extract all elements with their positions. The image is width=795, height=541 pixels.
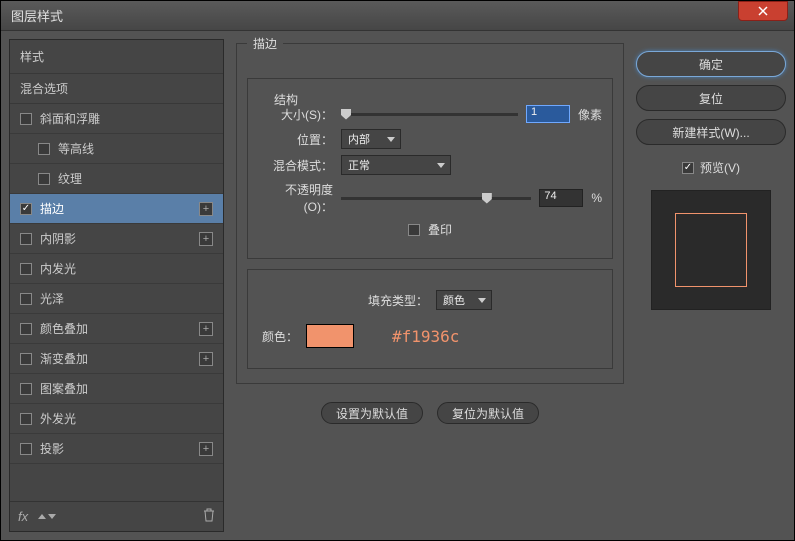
reset-default-button[interactable]: 复位为默认值 — [437, 402, 539, 424]
style-checkbox[interactable] — [20, 443, 32, 455]
style-label: 内阴影 — [40, 230, 76, 247]
blend-mode-label: 混合模式： — [258, 157, 333, 174]
stroke-legend: 描边 — [247, 35, 283, 52]
style-checkbox[interactable] — [20, 323, 32, 335]
styles-footer: fx — [10, 501, 223, 531]
opacity-label: 不透明度(O)： — [258, 181, 333, 215]
action-panel: 确定 复位 新建样式(W)... 预览(V) — [636, 39, 786, 532]
settings-panel: 描边 结构 大小(S)： 1 像素 位置： 内部 混合模式： — [232, 39, 628, 532]
fx-icon[interactable]: fx — [18, 509, 28, 524]
opacity-slider[interactable] — [341, 197, 531, 200]
fill-type-dropdown[interactable]: 颜色 — [436, 290, 492, 310]
style-label: 斜面和浮雕 — [40, 110, 100, 127]
add-effect-icon[interactable]: + — [199, 202, 213, 216]
structure-legend: 结构 — [268, 91, 304, 108]
style-checkbox[interactable] — [20, 353, 32, 365]
opacity-unit: % — [591, 191, 602, 205]
style-item-2[interactable]: 纹理 — [10, 164, 223, 194]
style-item-11[interactable]: 投影 + — [10, 434, 223, 464]
fill-type-label: 填充类型： — [368, 292, 428, 309]
color-swatch[interactable] — [306, 324, 354, 348]
style-checkbox[interactable] — [20, 233, 32, 245]
style-label: 等高线 — [58, 140, 94, 157]
style-label: 内发光 — [40, 260, 76, 277]
position-label: 位置： — [258, 131, 333, 148]
move-down-icon[interactable] — [48, 514, 56, 519]
style-checkbox[interactable] — [20, 293, 32, 305]
close-button[interactable] — [738, 1, 788, 21]
size-input[interactable]: 1 — [526, 105, 570, 123]
structure-group: 结构 大小(S)： 1 像素 位置： 内部 混合模式： 正常 — [247, 78, 613, 259]
trash-icon[interactable] — [203, 508, 215, 525]
style-checkbox[interactable] — [20, 383, 32, 395]
new-style-button[interactable]: 新建样式(W)... — [636, 119, 786, 145]
style-item-9[interactable]: 图案叠加 — [10, 374, 223, 404]
style-checkbox[interactable] — [38, 173, 50, 185]
add-effect-icon[interactable]: + — [199, 322, 213, 336]
style-label: 光泽 — [40, 290, 64, 307]
preview-box — [651, 190, 771, 310]
title-bar: 图层样式 — [1, 1, 794, 31]
style-item-7[interactable]: 颜色叠加 + — [10, 314, 223, 344]
blend-mode-dropdown[interactable]: 正常 — [341, 155, 451, 175]
overprint-label: 叠印 — [428, 221, 452, 238]
style-item-5[interactable]: 内发光 — [10, 254, 223, 284]
style-label: 图案叠加 — [40, 380, 88, 397]
style-label: 渐变叠加 — [40, 350, 88, 367]
style-item-0[interactable]: 斜面和浮雕 — [10, 104, 223, 134]
style-label: 颜色叠加 — [40, 320, 88, 337]
size-unit: 像素 — [578, 106, 602, 123]
position-dropdown[interactable]: 内部 — [341, 129, 401, 149]
preview-checkbox[interactable] — [682, 162, 694, 174]
color-label: 颜色： — [258, 328, 298, 345]
window-title: 图层样式 — [1, 6, 63, 25]
cancel-button[interactable]: 复位 — [636, 85, 786, 111]
styles-header: 样式 — [10, 40, 223, 74]
style-label: 投影 — [40, 440, 64, 457]
move-up-icon[interactable] — [38, 514, 46, 519]
style-item-10[interactable]: 外发光 — [10, 404, 223, 434]
preview-label: 预览(V) — [700, 159, 740, 176]
make-default-button[interactable]: 设置为默认值 — [321, 402, 423, 424]
stroke-group: 描边 结构 大小(S)： 1 像素 位置： 内部 混合模式： — [236, 43, 624, 384]
style-checkbox[interactable] — [20, 203, 32, 215]
size-label: 大小(S)： — [258, 106, 333, 123]
style-label: 外发光 — [40, 410, 76, 427]
style-item-3[interactable]: 描边 + — [10, 194, 223, 224]
fill-group: 填充类型： 颜色 颜色： #f1936c — [247, 269, 613, 369]
size-slider[interactable] — [341, 113, 518, 116]
color-hex-note: #f1936c — [392, 327, 459, 346]
preview-shape — [675, 213, 747, 287]
blending-options[interactable]: 混合选项 — [10, 74, 223, 104]
add-effect-icon[interactable]: + — [199, 442, 213, 456]
opacity-input[interactable]: 74 — [539, 189, 583, 207]
style-item-4[interactable]: 内阴影 + — [10, 224, 223, 254]
style-item-6[interactable]: 光泽 — [10, 284, 223, 314]
style-checkbox[interactable] — [20, 263, 32, 275]
styles-panel: 样式 混合选项 斜面和浮雕等高线纹理描边 + 内阴影 + 内发光光泽颜色叠加 + 渐变叠加 +… — [9, 39, 224, 532]
style-checkbox[interactable] — [38, 143, 50, 155]
style-checkbox[interactable] — [20, 413, 32, 425]
style-label: 描边 — [40, 200, 64, 217]
style-checkbox[interactable] — [20, 113, 32, 125]
style-item-1[interactable]: 等高线 — [10, 134, 223, 164]
add-effect-icon[interactable]: + — [199, 352, 213, 366]
style-item-8[interactable]: 渐变叠加 + — [10, 344, 223, 374]
overprint-checkbox[interactable] — [408, 224, 420, 236]
preview-toggle[interactable]: 预览(V) — [636, 159, 786, 176]
ok-button[interactable]: 确定 — [636, 51, 786, 77]
style-label: 纹理 — [58, 170, 82, 187]
add-effect-icon[interactable]: + — [199, 232, 213, 246]
